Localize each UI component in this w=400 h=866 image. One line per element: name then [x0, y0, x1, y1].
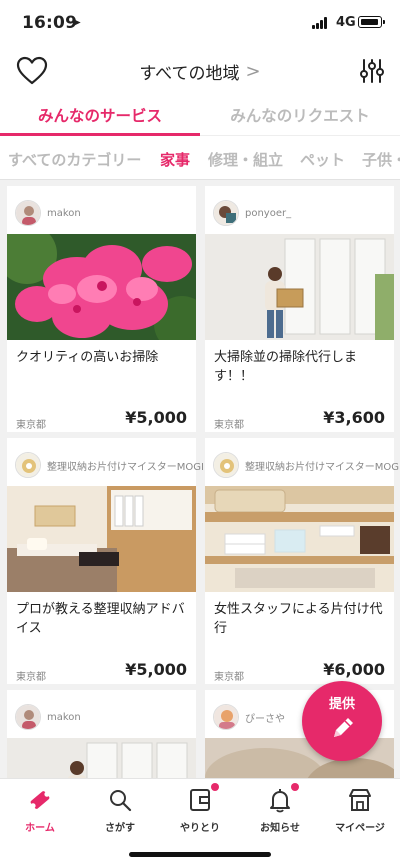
region-selector[interactable]: すべての地域 >: [120, 48, 280, 94]
avatar: [15, 704, 41, 730]
service-card[interactable]: makon: [7, 690, 196, 778]
service-card[interactable]: 整理収納お片付けマイスターMOGI プロが教える整理収納アドバイス 東京都 ¥5…: [7, 438, 204, 684]
nav-notifications[interactable]: お知らせ: [240, 783, 320, 837]
card-user: 整理収納お片付けマイスターMOGI: [213, 452, 400, 478]
active-tab-indicator: [0, 133, 200, 136]
card-image: [7, 234, 196, 340]
avatar: [15, 452, 41, 478]
card-area: 東京都: [214, 420, 244, 431]
card-user: 整理収納お片付けマイスターMOGI: [15, 452, 204, 478]
nav-messages[interactable]: やりとり: [160, 783, 240, 837]
tab-services[interactable]: みんなのサービス: [0, 94, 200, 136]
favorite-button[interactable]: [16, 56, 48, 86]
avatar: [213, 704, 239, 730]
status-time: 16:09: [22, 13, 78, 33]
nav-mypage[interactable]: マイページ: [320, 787, 400, 837]
card-title: 女性スタッフによる片付け代行: [214, 602, 383, 636]
username: ponyoer_: [245, 207, 292, 219]
category-kids[interactable]: 子供・: [362, 149, 400, 170]
service-card[interactable]: ponyoer_ 大掃除並の掃除代行します！！ 東京都 ¥3,600: [205, 186, 394, 432]
main-tabs: みんなのサービス みんなのリクエスト: [0, 94, 400, 136]
avatar: [213, 452, 239, 478]
bell-icon: [267, 783, 299, 813]
service-card[interactable]: makon クオリティの高いお掃除 東京都 ¥5,000: [7, 186, 196, 432]
avatar: [15, 200, 41, 226]
card-price: ¥5,000: [125, 660, 187, 679]
notification-dot: [211, 783, 219, 791]
tab-requests[interactable]: みんなのリクエスト: [200, 94, 400, 136]
ticket-icon: [27, 787, 53, 813]
app-screen: 16:09 ➤ 4G すべての地域 > みんなのサービス みんなのリクエスト す…: [0, 0, 400, 866]
chevron-right-icon: >: [245, 60, 261, 82]
sliders-icon: [360, 59, 384, 83]
provide-service-button[interactable]: 提供: [302, 681, 382, 761]
card-title: 大掃除並の掃除代行します！！: [214, 350, 358, 384]
nav-label: ホーム: [25, 823, 55, 834]
heart-icon: [16, 56, 48, 85]
wallet-icon: [187, 783, 219, 813]
signal-icon: [312, 17, 330, 29]
card-price: ¥5,000: [125, 408, 187, 427]
card-user: makon: [15, 200, 81, 226]
category-housework[interactable]: 家事: [160, 149, 190, 170]
category-bar: すべてのカテゴリー 家事 修理・組立 ペット 子供・: [0, 137, 400, 179]
location-arrow-icon: ➤: [72, 16, 82, 29]
nav-label: さがす: [105, 823, 135, 834]
app-header: すべての地域 >: [0, 48, 400, 94]
home-indicator: [129, 852, 271, 857]
username: 整理収納お片付けマイスターMOGI: [245, 461, 400, 473]
nav-label: お知らせ: [260, 823, 300, 834]
card-image: [7, 738, 196, 778]
search-icon: [107, 787, 133, 813]
nav-home[interactable]: ホーム: [0, 787, 80, 837]
fab-label: 提供: [328, 697, 355, 712]
card-area: 東京都: [16, 672, 46, 683]
card-user: ぴーさや: [213, 704, 285, 730]
nav-label: やりとり: [180, 823, 220, 834]
username: makon: [47, 711, 81, 723]
card-user: ponyoer_: [213, 200, 291, 226]
card-area: 東京都: [214, 672, 244, 683]
network-type: 4G: [336, 15, 356, 30]
username: 整理収納お片付けマイスターMOGI: [47, 461, 204, 473]
card-image: [205, 234, 394, 340]
username: makon: [47, 207, 81, 219]
pencil-icon: [334, 718, 353, 737]
notification-dot: [291, 783, 299, 791]
filter-button[interactable]: [358, 57, 386, 85]
card-area: 東京都: [16, 420, 46, 431]
shop-icon: [347, 787, 373, 813]
status-bar: 16:09 ➤ 4G: [0, 0, 400, 48]
card-price: ¥3,600: [323, 408, 385, 427]
category-all[interactable]: すべてのカテゴリー: [8, 149, 141, 170]
category-repair[interactable]: 修理・組立: [208, 149, 283, 170]
card-title: プロが教える整理収納アドバイス: [16, 602, 185, 636]
card-title: クオリティの高いお掃除: [16, 350, 159, 365]
card-user: makon: [15, 704, 81, 730]
card-price: ¥6,000: [323, 660, 385, 679]
card-image: [205, 486, 394, 592]
username: ぴーさや: [245, 713, 285, 725]
card-image: [7, 486, 196, 592]
nav-label: マイページ: [335, 823, 385, 834]
service-card[interactable]: 整理収納お片付けマイスターMOGI 女性スタッフによる片付け代行 東京都 ¥6,…: [205, 438, 400, 684]
nav-search[interactable]: さがす: [80, 787, 160, 837]
region-label: すべての地域: [139, 63, 240, 84]
category-pet[interactable]: ペット: [300, 149, 345, 170]
avatar: [213, 200, 239, 226]
battery-icon: [358, 16, 385, 28]
